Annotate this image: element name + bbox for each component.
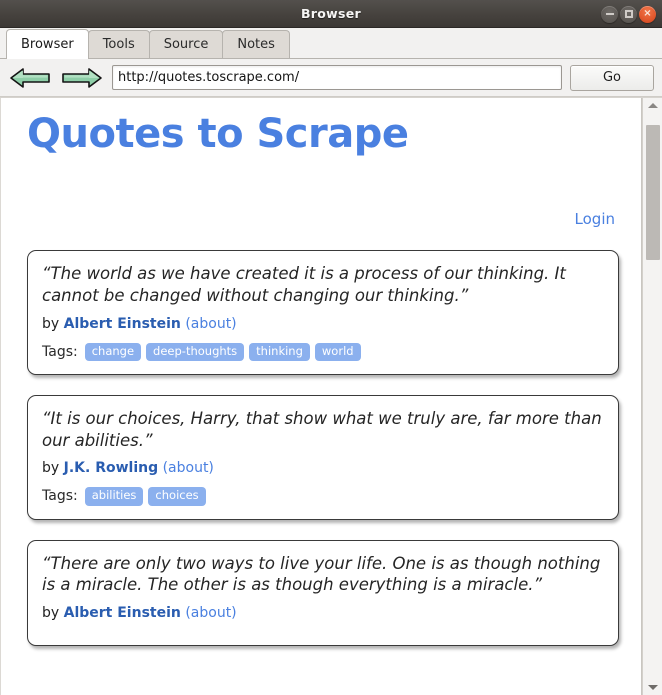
tag-link[interactable]: choices [148, 487, 206, 506]
page-title: Quotes to Scrape [27, 111, 409, 157]
tab-browser[interactable]: Browser [6, 29, 89, 59]
page-content: Quotes to Scrape Login “The world as we … [1, 98, 641, 647]
login-row: Login [27, 160, 619, 234]
tag-link[interactable]: thinking [249, 342, 310, 361]
tab-notes[interactable]: Notes [222, 30, 290, 58]
rendered-page: Quotes to Scrape Login “The world as we … [0, 98, 642, 695]
quote-author: Albert Einstein [63, 315, 181, 332]
quote-text: “It is our choices, Harry, that show wha… [42, 408, 602, 450]
tab-notes-label: Notes [237, 37, 275, 52]
forward-button[interactable] [60, 65, 104, 91]
scroll-up-arrow-icon [647, 103, 658, 108]
window-title: Browser [300, 6, 361, 21]
browser-toolbar: http://quotes.toscrape.com/ Go [0, 59, 662, 97]
scroll-down-arrow-icon [647, 685, 658, 690]
title-bar: Browser × [0, 0, 662, 28]
window-controls: × [601, 0, 656, 28]
quote-text: “There are only two ways to live your li… [42, 553, 601, 595]
quote-author-line: by J.K. Rowling (about) [42, 460, 604, 476]
quote-card: “There are only two ways to live your li… [27, 539, 619, 647]
tag-link[interactable]: deep-thoughts [146, 342, 245, 361]
tag-link[interactable]: change [84, 342, 142, 361]
scrollbar-thumb[interactable] [645, 125, 660, 260]
login-link[interactable]: Login [575, 210, 615, 228]
by-label: by [42, 460, 60, 477]
by-label: by [42, 605, 60, 622]
scroll-up-button[interactable] [643, 98, 662, 113]
back-arrow-icon [9, 66, 51, 90]
tab-tools-label: Tools [102, 37, 135, 52]
maximize-button[interactable] [620, 5, 637, 23]
page-viewport: Quotes to Scrape Login “The world as we … [0, 97, 662, 695]
quote-author: J.K. Rowling [63, 460, 159, 477]
tab-source-label: Source [163, 37, 209, 52]
browser-window: Browser × Browser Tools Source Notes htt… [0, 0, 662, 695]
tab-tools[interactable]: Tools [87, 30, 150, 58]
scroll-down-button[interactable] [643, 680, 662, 695]
quote-tags-row: Tags: change deep-thoughts thinking worl… [42, 342, 604, 361]
author-about-link[interactable]: (about) [185, 605, 236, 621]
close-button[interactable]: × [639, 5, 656, 23]
by-label: by [42, 315, 60, 332]
quote-card: “It is our choices, Harry, that show wha… [27, 394, 619, 520]
go-button-label: Go [602, 70, 622, 85]
author-about-link[interactable]: (about) [163, 460, 214, 476]
quote-list: “The world as we have created it is a pr… [27, 234, 619, 647]
tab-browser-label: Browser [21, 37, 74, 52]
page-scrollbar[interactable] [642, 98, 662, 695]
tab-bar: Browser Tools Source Notes [0, 28, 662, 59]
quote-text: “The world as we have created it is a pr… [42, 264, 566, 305]
minimize-button[interactable] [601, 5, 618, 23]
go-button[interactable]: Go [570, 64, 654, 91]
quote-author-line: by Albert Einstein (about) [42, 316, 604, 332]
author-about-link[interactable]: (about) [185, 316, 236, 332]
quote-card: “The world as we have created it is a pr… [27, 250, 619, 375]
close-icon: × [643, 8, 652, 19]
tag-link[interactable]: world [314, 342, 361, 361]
url-input-value: http://quotes.toscrape.com/ [118, 70, 300, 85]
minimize-icon [605, 13, 614, 15]
tags-label: Tags: [42, 343, 78, 360]
url-input[interactable]: http://quotes.toscrape.com/ [112, 65, 562, 90]
forward-arrow-icon [61, 66, 103, 90]
tab-source[interactable]: Source [148, 30, 224, 58]
scrollbar-track[interactable] [642, 113, 662, 680]
quote-tags-row: Tags: abilities choices [42, 487, 604, 506]
quote-author-line: by Albert Einstein (about) [42, 605, 604, 621]
maximize-icon [624, 10, 633, 18]
quote-author: Albert Einstein [63, 605, 181, 622]
back-button[interactable] [8, 65, 52, 91]
tags-label: Tags: [42, 488, 78, 505]
tag-link[interactable]: abilities [84, 487, 144, 506]
